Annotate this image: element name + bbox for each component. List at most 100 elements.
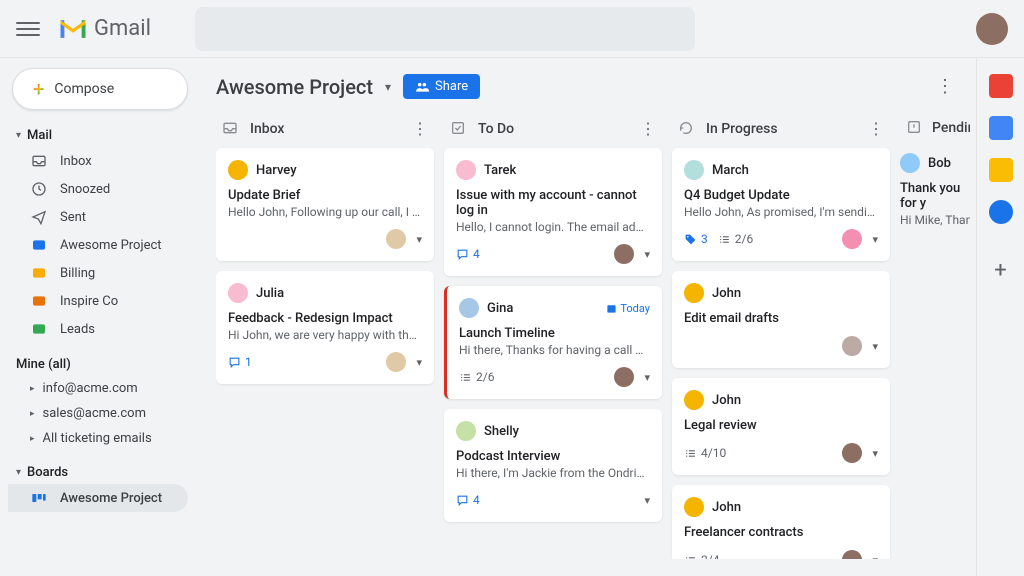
card[interactable]: March Q4 Budget Update Hello John, As pr…	[672, 148, 890, 261]
card-snippet: Hi Mike, Thank	[900, 213, 970, 227]
assignee-avatar	[842, 336, 862, 356]
assignee-avatar	[614, 244, 634, 264]
board-more-icon[interactable]: ⋮	[936, 76, 954, 97]
sender-dot	[684, 160, 704, 180]
card-menu-icon[interactable]: ▾	[872, 233, 878, 246]
card-menu-icon[interactable]: ▾	[872, 447, 878, 460]
card-footer: 4▾	[456, 244, 650, 264]
column-header: Pending	[900, 113, 970, 147]
column-title: To Do	[478, 121, 514, 137]
card-subject: Issue with my account - cannot log in	[456, 188, 650, 218]
card[interactable]: John Edit email drafts ▾	[672, 271, 890, 368]
hamburger-icon[interactable]	[16, 17, 40, 41]
sidebar-board-awesome-project[interactable]: Awesome Project	[8, 484, 188, 512]
rail-keep-icon[interactable]	[989, 158, 1013, 182]
checklist-meta: 2/6	[718, 232, 753, 246]
gmail-logo[interactable]: Gmail	[58, 16, 151, 41]
column-more-icon[interactable]: ⋮	[868, 119, 884, 138]
comments-meta: 4	[456, 493, 480, 507]
gmail-m-icon	[58, 17, 88, 41]
sender-dot	[228, 283, 248, 303]
card-menu-icon[interactable]: ▾	[644, 248, 650, 261]
rail-tasks-icon[interactable]	[989, 200, 1013, 224]
card-subject: Podcast Interview	[456, 449, 650, 464]
card-subject: Launch Timeline	[459, 326, 650, 341]
board-icon	[30, 320, 48, 338]
card[interactable]: Tarek Issue with my account - cannot log…	[444, 148, 662, 276]
board-dropdown-icon[interactable]: ▾	[385, 80, 391, 94]
card-menu-icon[interactable]: ▾	[644, 371, 650, 384]
sidebar-item-billing[interactable]: Billing	[8, 259, 188, 287]
card-snippet: Hi there, I'm Jackie from the Ondricka..…	[456, 466, 650, 480]
column-more-icon[interactable]: ⋮	[640, 119, 656, 138]
column-header: Inbox⋮	[216, 113, 434, 148]
rail-calendar-icon[interactable]	[989, 116, 1013, 140]
sidebar-item-info-acme-com[interactable]: ▸info@acme.com	[8, 376, 188, 401]
column-pending: Pending Bob Thank you for y Hi Mike, Tha…	[900, 113, 970, 559]
sidebar-item-sent[interactable]: Sent	[8, 203, 188, 231]
sender-name: March	[712, 163, 749, 178]
checklist-meta: 2/4	[684, 553, 719, 559]
card[interactable]: Shelly Podcast Interview Hi there, I'm J…	[444, 409, 662, 522]
column-in-progress: In Progress⋮ March Q4 Budget Update Hell…	[672, 113, 890, 559]
card-menu-icon[interactable]: ▾	[644, 494, 650, 507]
sidebar: + Compose ▾Mail InboxSnoozedSentAwesome …	[0, 58, 196, 576]
checkbox-icon	[450, 120, 468, 138]
sender-dot	[456, 421, 476, 441]
sidebar-item-All ticketing emails[interactable]: ▸All ticketing emails	[8, 426, 188, 451]
share-button[interactable]: Share	[403, 74, 480, 99]
sidebar-item-awesome-project[interactable]: Awesome Project	[8, 231, 188, 259]
board-icon	[30, 292, 48, 310]
card-menu-icon[interactable]: ▾	[872, 554, 878, 560]
nav-mail-header[interactable]: ▾Mail	[8, 124, 188, 147]
sender-name: Tarek	[484, 163, 516, 178]
plus-icon: +	[33, 79, 44, 99]
sidebar-item-leads[interactable]: Leads	[8, 315, 188, 343]
board-icon	[30, 236, 48, 254]
card[interactable]: Gina Today Launch Timeline Hi there, Tha…	[444, 286, 662, 399]
nav-boards-header[interactable]: ▾Boards	[8, 461, 188, 484]
sidebar-item-snoozed[interactable]: Snoozed	[8, 175, 188, 203]
card-menu-icon[interactable]: ▾	[416, 233, 422, 246]
column-more-icon[interactable]: ⋮	[412, 119, 428, 138]
sender-name: Harvey	[256, 163, 297, 178]
sidebar-item-sales-acme-com[interactable]: ▸sales@acme.com	[8, 401, 188, 426]
rail-add-icon[interactable]: +	[994, 258, 1006, 283]
card-menu-icon[interactable]: ▾	[416, 356, 422, 369]
sender-dot	[684, 283, 704, 303]
sender-dot	[684, 497, 704, 517]
card[interactable]: John Legal review 4/10▾	[672, 378, 890, 475]
clock-icon	[30, 180, 48, 198]
card-subject: Thank you for y	[900, 181, 970, 211]
card[interactable]: Bob Thank you for y Hi Mike, Thank	[900, 147, 970, 233]
card[interactable]: Julia Feedback - Redesign Impact Hi John…	[216, 271, 434, 384]
pending-icon	[906, 119, 922, 137]
card-snippet: Hello, I cannot login. The email addres.…	[456, 220, 650, 234]
card-subject: Edit email drafts	[684, 311, 878, 326]
card-snippet: Hello John, Following up our call, I app…	[228, 205, 422, 219]
nav-mine-header[interactable]: Mine (all)	[8, 353, 188, 376]
column-title: Pending	[932, 120, 970, 136]
sender-name: Shelly	[484, 424, 519, 439]
card-menu-icon[interactable]: ▾	[872, 340, 878, 353]
sender-dot	[900, 153, 920, 173]
card-footer: 4▾	[456, 490, 650, 510]
card[interactable]: Harvey Update Brief Hello John, Followin…	[216, 148, 434, 261]
sidebar-item-inbox[interactable]: Inbox	[8, 147, 188, 175]
checklist-meta: 4/10	[684, 446, 726, 460]
card-snippet: Hi there, Thanks for having a call with.…	[459, 343, 650, 357]
board-header: Awesome Project ▾ Share ⋮	[216, 74, 970, 99]
rail-app-1[interactable]	[989, 74, 1013, 98]
compose-button[interactable]: + Compose	[12, 68, 188, 110]
card-footer: ▾	[684, 336, 878, 356]
inbox-icon	[30, 152, 48, 170]
card-footer: 2/6▾	[459, 367, 650, 387]
card[interactable]: John Freelancer contracts 2/4▾	[672, 485, 890, 559]
sidebar-item-inspire-co[interactable]: Inspire Co	[8, 287, 188, 315]
card-footer: 1▾	[228, 352, 422, 372]
search-input[interactable]	[195, 7, 695, 51]
assignee-avatar	[842, 550, 862, 559]
profile-avatar[interactable]	[976, 13, 1008, 45]
people-icon	[415, 80, 429, 94]
sender-name: John	[712, 393, 741, 408]
